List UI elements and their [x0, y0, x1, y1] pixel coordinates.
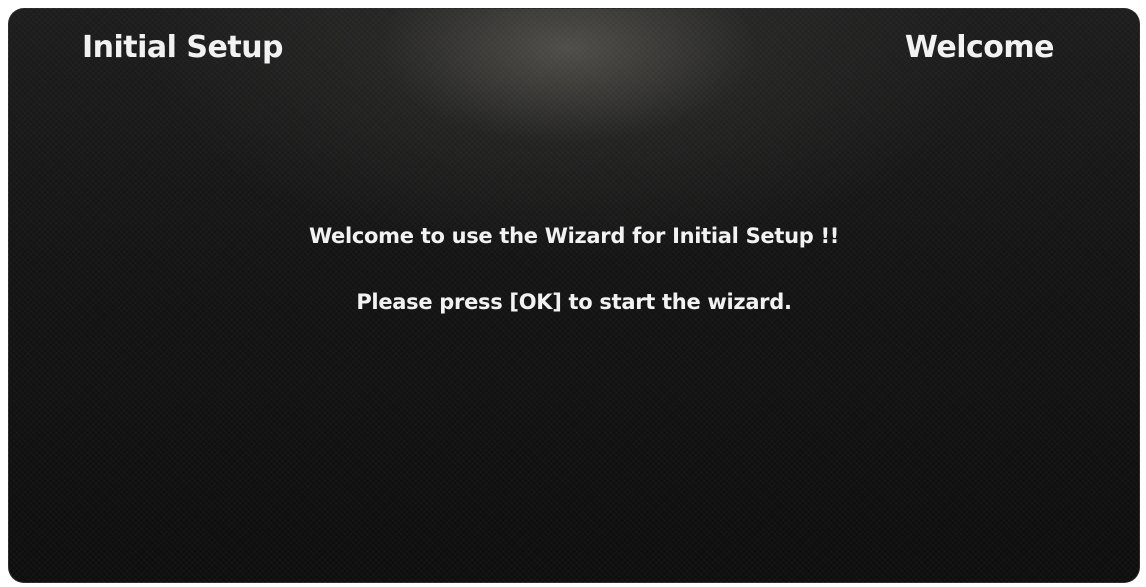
- tv-setup-screen: Initial Setup Welcome Welcome to use the…: [8, 8, 1140, 583]
- page-title: Initial Setup: [82, 30, 284, 65]
- step-title: Welcome: [904, 30, 1055, 65]
- welcome-message: Welcome to use the Wizard for Initial Se…: [308, 224, 840, 248]
- instruction-message: Please press [OK] to start the wizard.: [356, 290, 792, 314]
